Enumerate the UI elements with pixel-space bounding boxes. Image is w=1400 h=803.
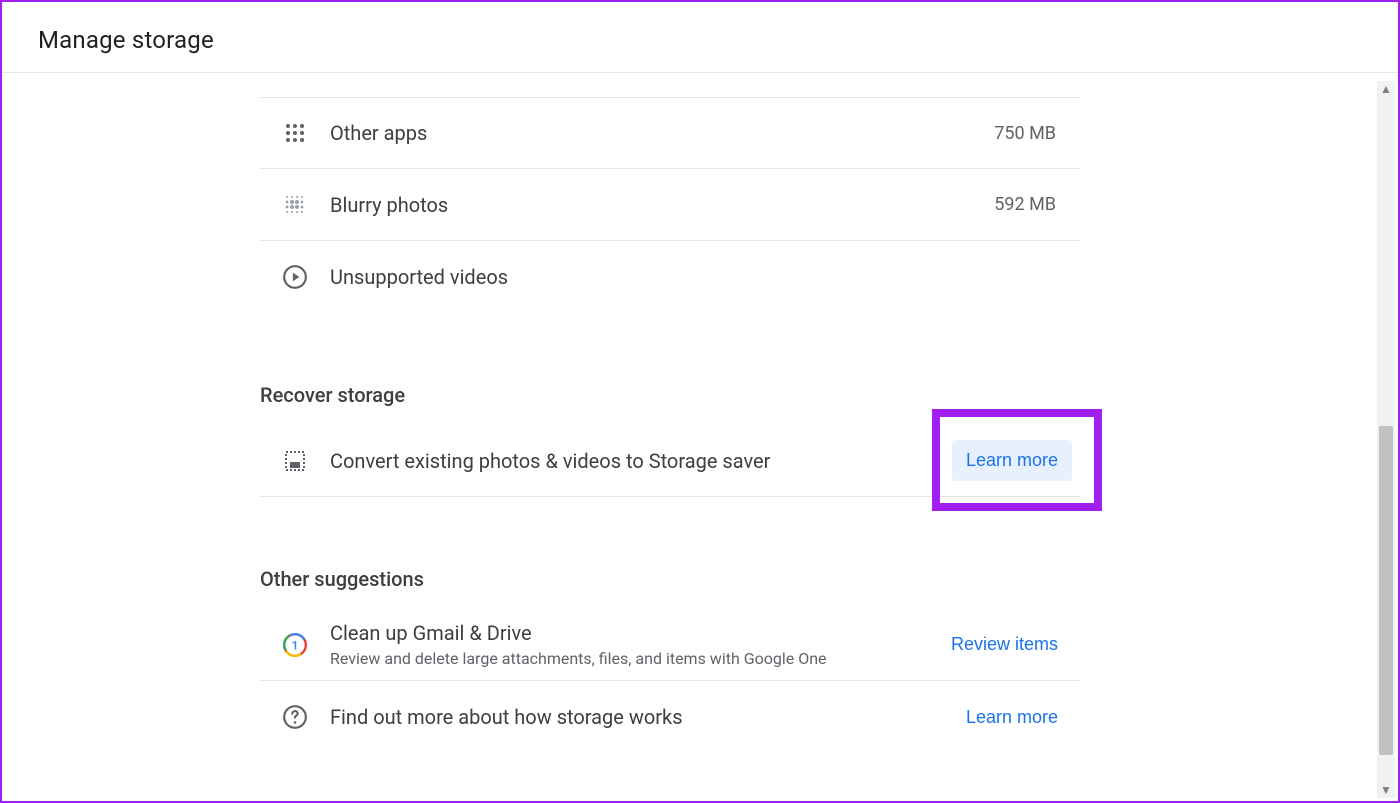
cleanup-subtitle: Review and delete large attachments, fil… [330, 649, 937, 668]
section-title-suggestions: Other suggestions [260, 567, 1080, 591]
page-title: Manage storage [38, 26, 1362, 54]
photo-saver-icon [260, 449, 330, 473]
scroll-down-arrow[interactable]: ▼ [1380, 782, 1392, 798]
storage-row-other-apps[interactable]: Other apps 750 MB [260, 97, 1080, 169]
cleanup-title: Clean up Gmail & Drive [330, 621, 937, 645]
learn-more-storage-button[interactable]: Learn more [952, 697, 1072, 738]
row-size: 592 MB [994, 194, 1080, 215]
suggestion-cleanup-row: 1 Clean up Gmail & Drive Review and dele… [260, 609, 1080, 681]
row-size: 750 MB [994, 123, 1080, 144]
review-items-button[interactable]: Review items [937, 624, 1072, 665]
blurry-icon [260, 193, 330, 217]
suggestion-howworks-row: Find out more about how storage works Le… [260, 681, 1080, 753]
row-label: Unsupported videos [330, 265, 1080, 289]
recover-convert-row: Convert existing photos & videos to Stor… [260, 425, 1080, 497]
scroll-thumb[interactable] [1379, 426, 1393, 755]
vertical-scrollbar[interactable]: ▲ ▼ [1377, 81, 1395, 798]
convert-label: Convert existing photos & videos to Stor… [330, 449, 952, 473]
row-label: Blurry photos [330, 193, 994, 217]
storage-row-blurry-photos[interactable]: Blurry photos 592 MB [260, 169, 1080, 241]
main-content: Other apps 750 MB Blurry photos 592 MB U… [260, 73, 1080, 753]
google-one-icon: 1 [260, 632, 330, 658]
howworks-title: Find out more about how storage works [330, 705, 952, 729]
row-label: Other apps [330, 121, 994, 145]
apps-icon [260, 121, 330, 145]
section-title-recover: Recover storage [260, 383, 1080, 407]
header: Manage storage [2, 2, 1398, 73]
help-circle-icon [260, 704, 330, 730]
scroll-up-arrow[interactable]: ▲ [1380, 81, 1392, 97]
scroll-track[interactable] [1377, 97, 1395, 782]
svg-text:1: 1 [292, 638, 299, 652]
storage-row-unsupported-videos[interactable]: Unsupported videos [260, 241, 1080, 313]
learn-more-button[interactable]: Learn more [952, 440, 1072, 481]
play-circle-icon [260, 264, 330, 290]
